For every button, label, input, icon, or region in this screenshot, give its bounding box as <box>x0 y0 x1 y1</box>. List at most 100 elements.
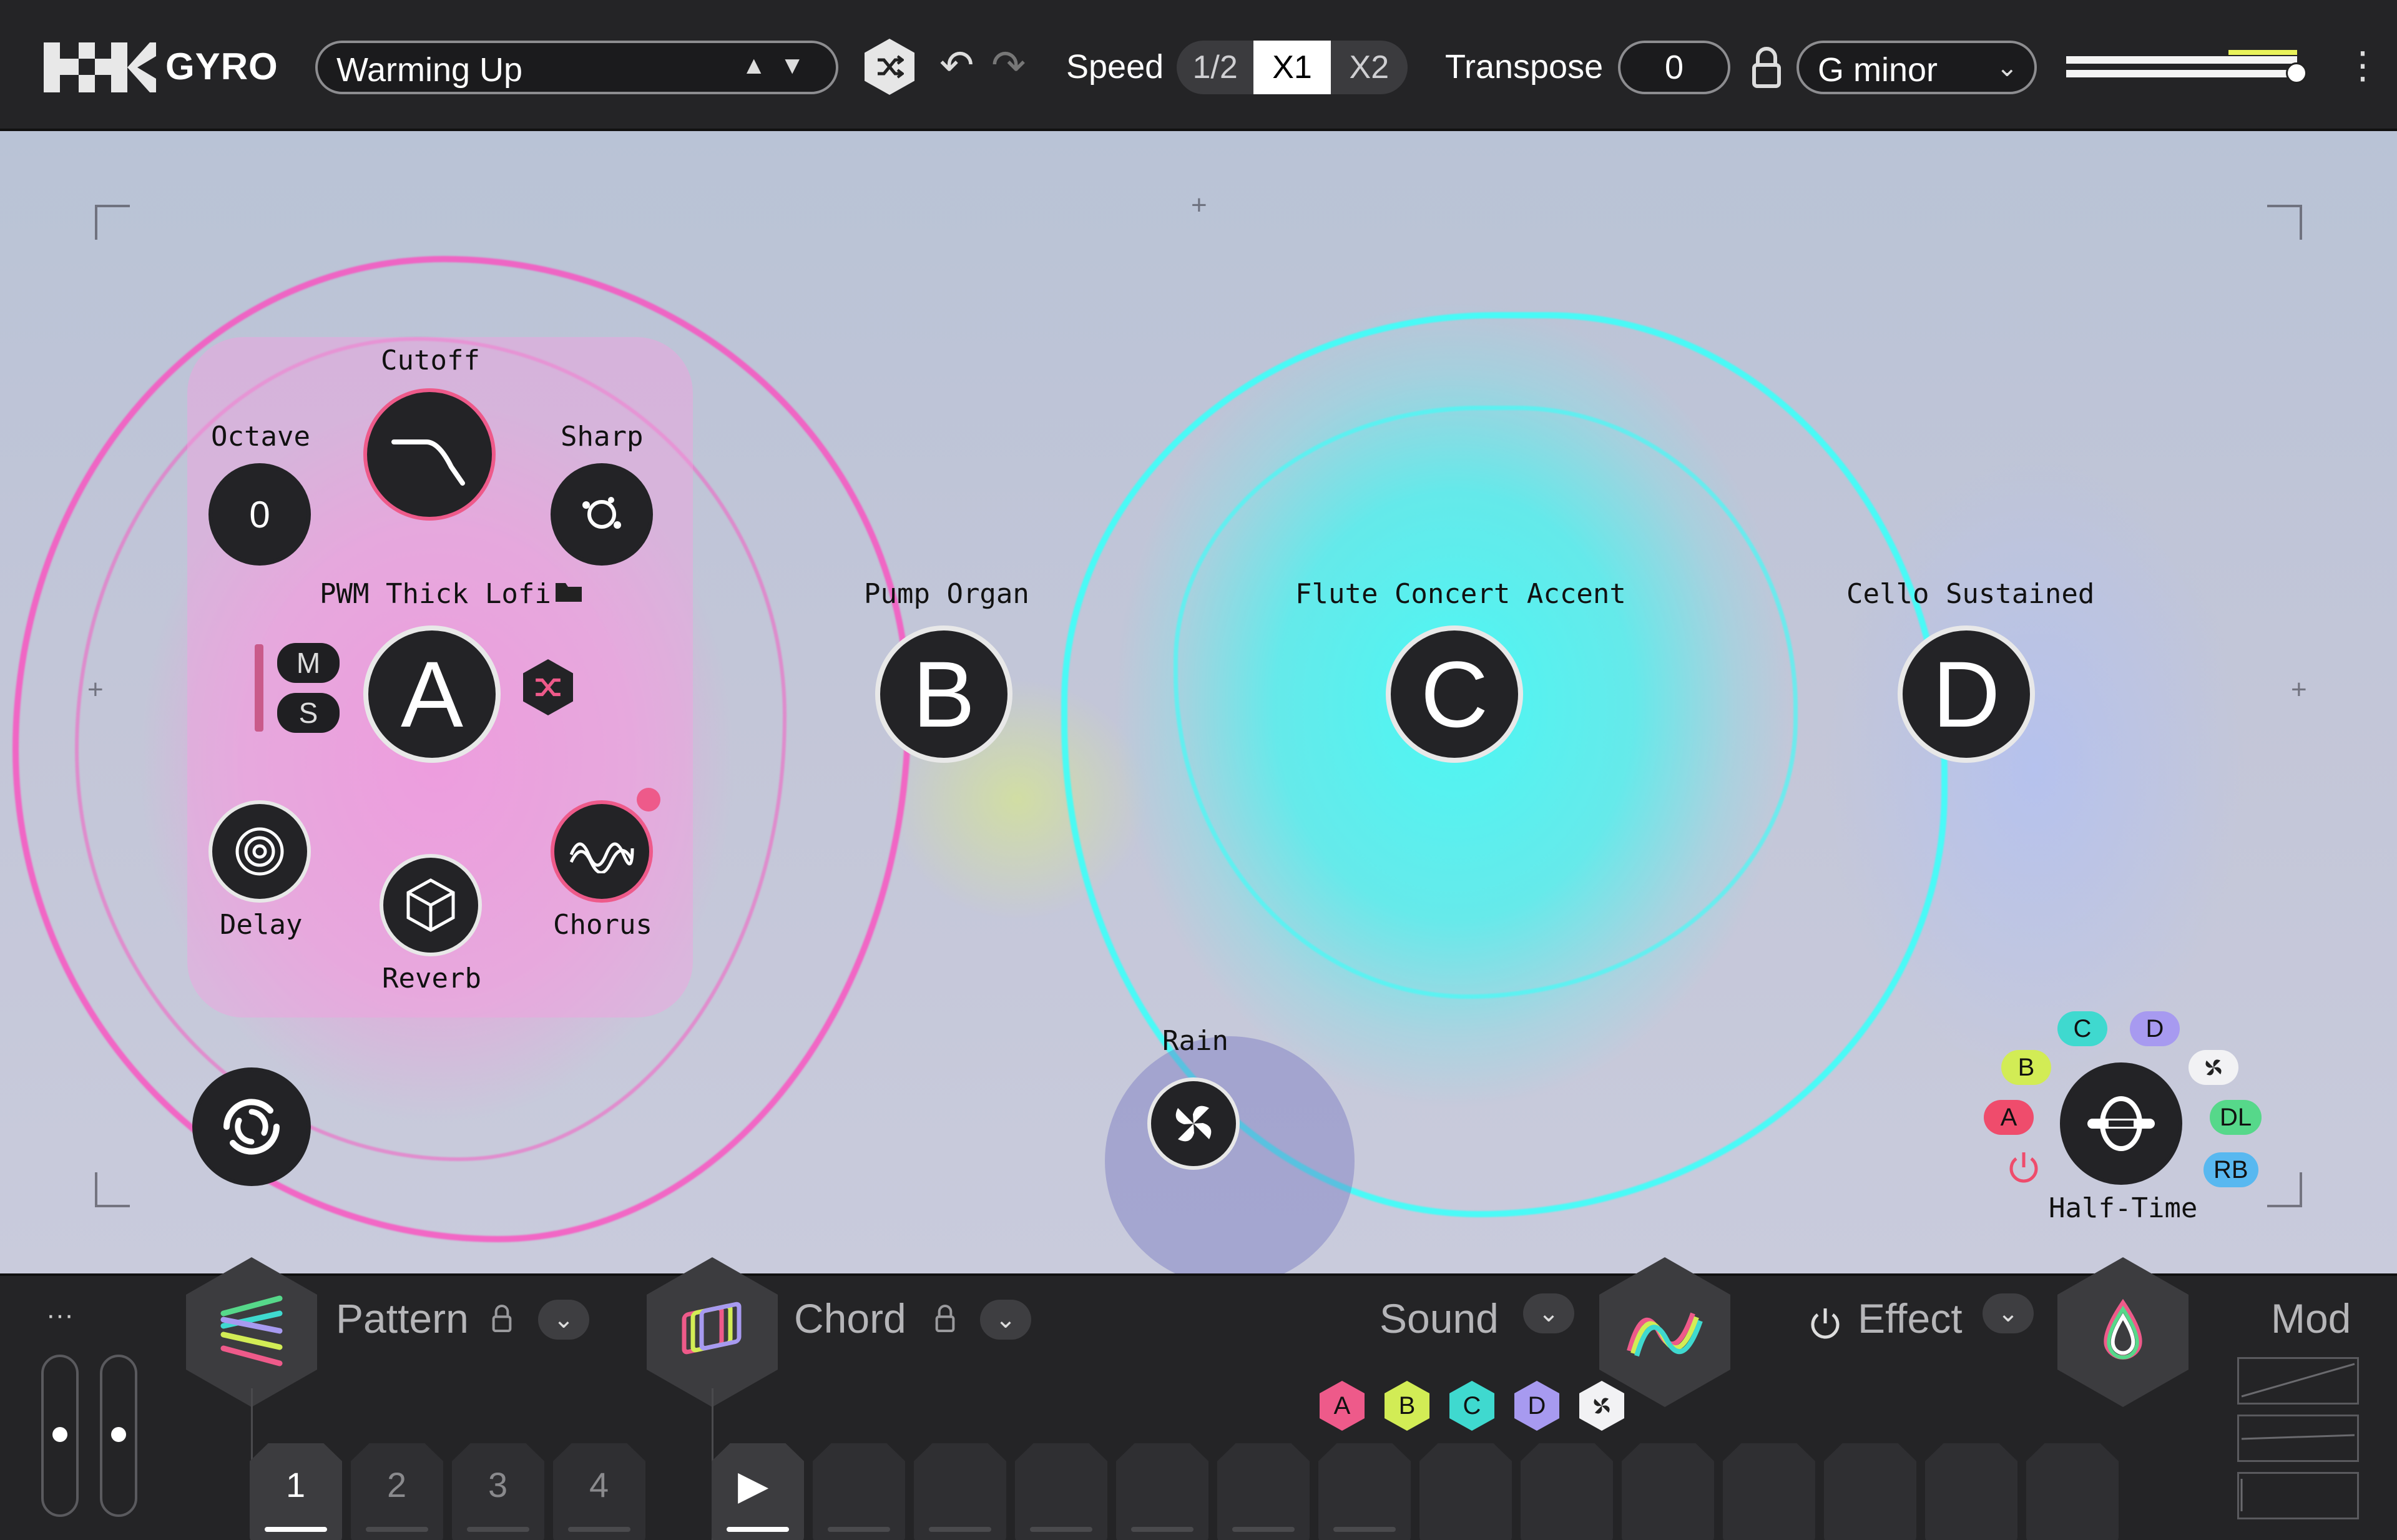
pattern-lock-icon[interactable] <box>489 1301 514 1336</box>
sound-dropdown-button[interactable]: ⌄ <box>1523 1293 1574 1333</box>
speed-selector[interactable]: 1/2 X1 X2 <box>1177 41 1408 94</box>
reverb-knob[interactable] <box>380 854 482 956</box>
half-time-knob[interactable] <box>2060 1062 2182 1185</box>
mod-ramp-icon <box>2241 1434 2355 1440</box>
transpose-input[interactable]: 0 <box>1618 41 1730 94</box>
rain-knob[interactable] <box>1147 1077 1240 1170</box>
chord-slot[interactable] <box>1824 1443 1916 1540</box>
pattern-hex-button[interactable] <box>186 1257 317 1407</box>
chord-slot[interactable] <box>1723 1443 1815 1540</box>
sound-label: Sound <box>1380 1295 1499 1341</box>
pattern-dropdown-button[interactable]: ⌄ <box>538 1300 589 1340</box>
sound-target-b[interactable]: B <box>1385 1381 1429 1431</box>
mod-slot-1[interactable] <box>2237 1357 2359 1405</box>
undo-icon[interactable]: ↶ <box>939 41 974 89</box>
chord-slot[interactable] <box>1217 1443 1310 1540</box>
half-time-target-b[interactable]: B <box>2001 1050 2051 1085</box>
more-menu-icon[interactable]: ⋮ <box>2344 44 2381 87</box>
chord-slot[interactable] <box>1318 1443 1411 1540</box>
chord-slot[interactable] <box>1015 1443 1107 1540</box>
corner-marker <box>2267 1172 2302 1207</box>
shuffle-icon <box>536 678 561 697</box>
chord-lock-icon[interactable] <box>933 1301 958 1336</box>
slider-thumb[interactable] <box>111 1427 126 1442</box>
half-time-target-d[interactable]: D <box>2130 1011 2180 1046</box>
folder-icon[interactable] <box>554 579 584 604</box>
chord-slot[interactable] <box>914 1443 1006 1540</box>
chorus-knob[interactable] <box>551 800 653 903</box>
chord-slot[interactable] <box>1622 1443 1714 1540</box>
chevron-down-icon: ⌄ <box>995 1306 1016 1333</box>
layer-d-knob[interactable]: D <box>1898 625 2035 763</box>
chord-hex-button[interactable] <box>647 1257 778 1407</box>
key-name: G minor <box>1818 51 1938 89</box>
macro-slider-left[interactable] <box>41 1355 79 1517</box>
crosshair-marker: + <box>87 674 104 705</box>
mod-slot-3[interactable] <box>2237 1472 2359 1519</box>
half-time-target-delay[interactable]: DL <box>2210 1100 2262 1135</box>
effect-power-icon[interactable] <box>1806 1305 1844 1342</box>
volume-slider-thumb[interactable] <box>2286 62 2307 84</box>
sharp-orbit-icon <box>582 497 621 529</box>
layer-c-knob[interactable]: C <box>1386 625 1523 763</box>
key-lock-icon[interactable] <box>1748 42 1785 92</box>
redo-icon[interactable]: ↷ <box>991 41 1026 89</box>
sharp-knob[interactable] <box>551 463 653 566</box>
chord-slot-indicator <box>727 1527 789 1532</box>
half-time-target-a[interactable]: A <box>1984 1100 2034 1135</box>
layer-a-knob[interactable]: A <box>363 625 501 763</box>
octave-knob[interactable]: 0 <box>208 463 311 566</box>
chord-slot-indicator <box>828 1527 890 1532</box>
output-volume-meter[interactable] <box>2066 50 2307 85</box>
preset-prev-icon[interactable]: ▲ <box>742 52 780 79</box>
shuffle-icon <box>878 55 904 79</box>
mod-ramp-icon <box>2241 1363 2355 1398</box>
play-icon[interactable]: ▶ <box>738 1462 768 1509</box>
chord-slot[interactable] <box>1419 1443 1512 1540</box>
macro-slider-right[interactable] <box>100 1355 137 1517</box>
crosshair-marker: + <box>1191 190 1207 220</box>
chord-slot[interactable] <box>2026 1443 2119 1540</box>
slider-thumb[interactable] <box>52 1427 67 1442</box>
preset-arrows[interactable]: ▲▼ <box>742 52 818 80</box>
effect-hex-button[interactable] <box>2057 1257 2189 1407</box>
sound-target-c[interactable]: C <box>1449 1381 1494 1431</box>
speed-option-x1[interactable]: X1 <box>1253 41 1331 94</box>
power-icon[interactable] <box>2005 1149 2042 1186</box>
speed-option-x2[interactable]: X2 <box>1331 41 1408 94</box>
pattern-slot-number: 1 <box>286 1465 306 1504</box>
half-time-target-c[interactable]: C <box>2057 1011 2107 1046</box>
half-time-target-rain[interactable] <box>2189 1050 2238 1085</box>
sound-target-a[interactable]: A <box>1320 1381 1365 1431</box>
chorus-active-dot <box>637 788 660 812</box>
chord-dropdown-button[interactable]: ⌄ <box>980 1300 1031 1340</box>
delay-knob[interactable] <box>208 800 311 903</box>
layer-b-name[interactable]: Pump Organ <box>864 578 1029 610</box>
chevron-down-icon: ⌄ <box>553 1306 574 1333</box>
sound-target-d[interactable]: D <box>1514 1381 1559 1431</box>
randomize-button[interactable] <box>865 39 914 95</box>
cutoff-knob[interactable] <box>363 388 496 521</box>
layer-d-name[interactable]: Cello Sustained <box>1846 578 2094 610</box>
preset-next-icon[interactable]: ▼ <box>780 52 818 79</box>
layer-b-knob[interactable]: B <box>875 625 1012 763</box>
mute-button[interactable]: M <box>277 643 340 683</box>
layer-c-name[interactable]: Flute Concert Accent <box>1295 578 1626 610</box>
chord-slot[interactable] <box>813 1443 905 1540</box>
chord-slot[interactable] <box>1925 1443 2017 1540</box>
sound-hex-button[interactable] <box>1599 1257 1730 1407</box>
effect-dropdown-button[interactable]: ⌄ <box>1983 1293 2034 1333</box>
solo-button[interactable]: S <box>277 693 340 733</box>
sound-target-rain[interactable] <box>1579 1381 1624 1431</box>
more-options-icon[interactable]: ··· <box>46 1300 74 1331</box>
chord-slot[interactable] <box>1521 1443 1613 1540</box>
speed-option-half[interactable]: 1/2 <box>1177 41 1253 94</box>
key-selector[interactable]: G minor ⌄ <box>1797 41 2037 94</box>
half-time-target-reverb[interactable]: RB <box>2203 1152 2258 1187</box>
pattern-stripes-icon <box>220 1295 283 1366</box>
chord-slot[interactable] <box>1116 1443 1208 1540</box>
layer-a-name[interactable]: PWM Thick Lofi <box>320 578 551 610</box>
preset-selector[interactable]: Warming Up ▲▼ <box>315 41 838 94</box>
mod-slot-2[interactable] <box>2237 1415 2359 1462</box>
vortex-button[interactable] <box>192 1067 311 1186</box>
